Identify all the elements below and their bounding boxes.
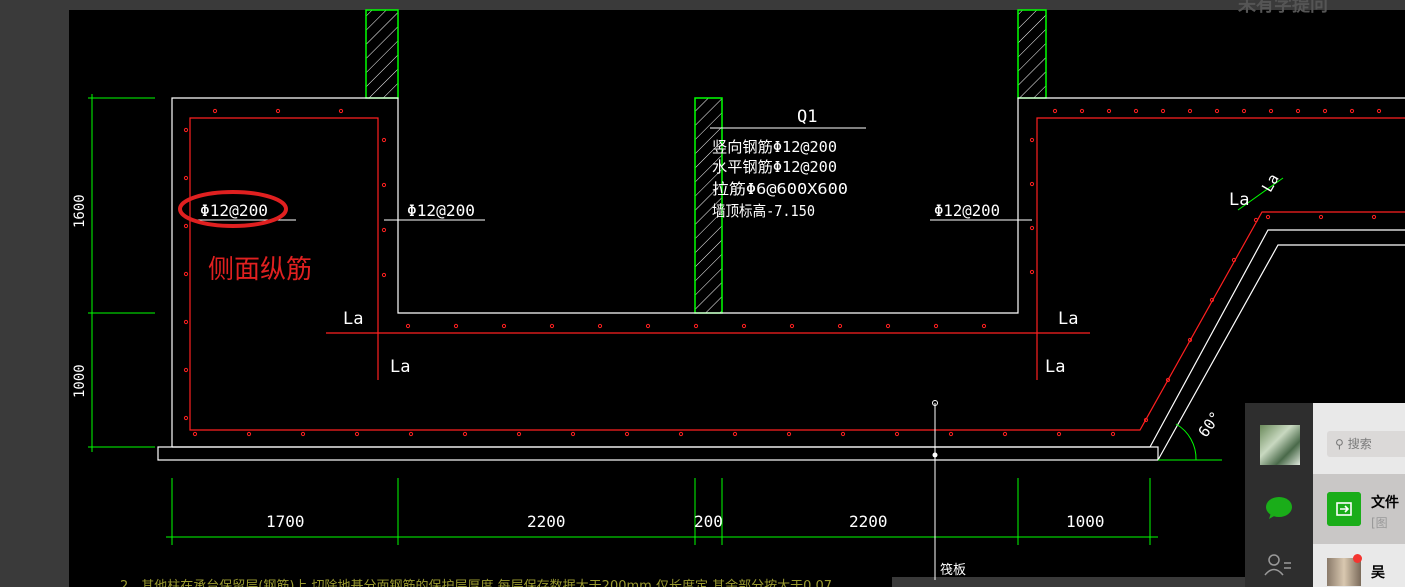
search-placeholder: 搜索	[1347, 437, 1372, 451]
annotation-note: 侧面纵筋	[208, 255, 312, 285]
search-input[interactable]: ⚲ 搜索	[1327, 431, 1405, 457]
elevation-marker	[932, 452, 938, 458]
rebar-label-left: Φ12@200	[200, 201, 268, 220]
horizontal-dim: 2200	[527, 512, 566, 531]
anchorage-label: La	[1058, 309, 1078, 329]
anchorage-label: La	[1045, 357, 1065, 377]
wechat-sidebar	[1245, 403, 1313, 587]
raft-label: 筏板	[940, 562, 966, 578]
callout-vertical-rebar: 竖向钢筋Φ12@200	[712, 138, 837, 156]
chat-item-subtitle: [图	[1371, 516, 1388, 530]
vertical-dim: 1600	[72, 194, 88, 228]
file-transfer-icon	[1327, 492, 1361, 526]
chat-icon[interactable]	[1265, 496, 1293, 520]
anchorage-label: La	[390, 357, 410, 377]
chat-item-title: 吴	[1371, 565, 1385, 581]
chat-item-title: 文件	[1371, 495, 1399, 511]
sidebar-title: 未有字提问	[1238, 0, 1328, 16]
horizontal-dim: 200	[694, 512, 723, 531]
anchorage-label: La	[1229, 190, 1249, 210]
cad-drawing: Q1 竖向钢筋Φ12@200 水平钢筋Φ12@200 拉筋Φ6@600X600 …	[69, 9, 1405, 587]
list-item[interactable]: 文件 [图	[1313, 474, 1405, 544]
horizontal-dim: 2200	[849, 512, 888, 531]
contacts-icon[interactable]	[1263, 553, 1293, 577]
anchorage-label: La	[343, 309, 363, 329]
callout-tie-bar: 拉筋Φ6@600X600	[712, 180, 848, 198]
callout-horizontal-rebar: 水平钢筋Φ12@200	[712, 158, 837, 176]
wechat-chat-list: ⚲ 搜索 文件 [图 吴	[1313, 403, 1405, 587]
horizontal-dim: 1000	[1066, 512, 1105, 531]
q1-title: Q1	[797, 107, 817, 127]
bottom-note: 2、其他柱在承台保留层(钢筋)上,切除地基分面钢筋的保护层厚度,每层保存数据大于…	[120, 578, 832, 587]
avatar-icon[interactable]	[1260, 425, 1300, 465]
callout-wall-top-elevation: 墙顶标高-7.150	[712, 202, 815, 220]
rebar-label-middle: Φ12@200	[407, 201, 475, 220]
search-icon: ⚲	[1335, 437, 1344, 451]
horizontal-dim: 1700	[266, 512, 305, 531]
rebar-label-right: Φ12@200	[934, 201, 1000, 220]
unread-badge	[1353, 554, 1362, 563]
wechat-panel[interactable]: ⚲ 搜索 文件 [图 吴	[1245, 403, 1405, 587]
list-item[interactable]: 吴	[1313, 546, 1405, 587]
vertical-dim: 1000	[72, 364, 88, 398]
